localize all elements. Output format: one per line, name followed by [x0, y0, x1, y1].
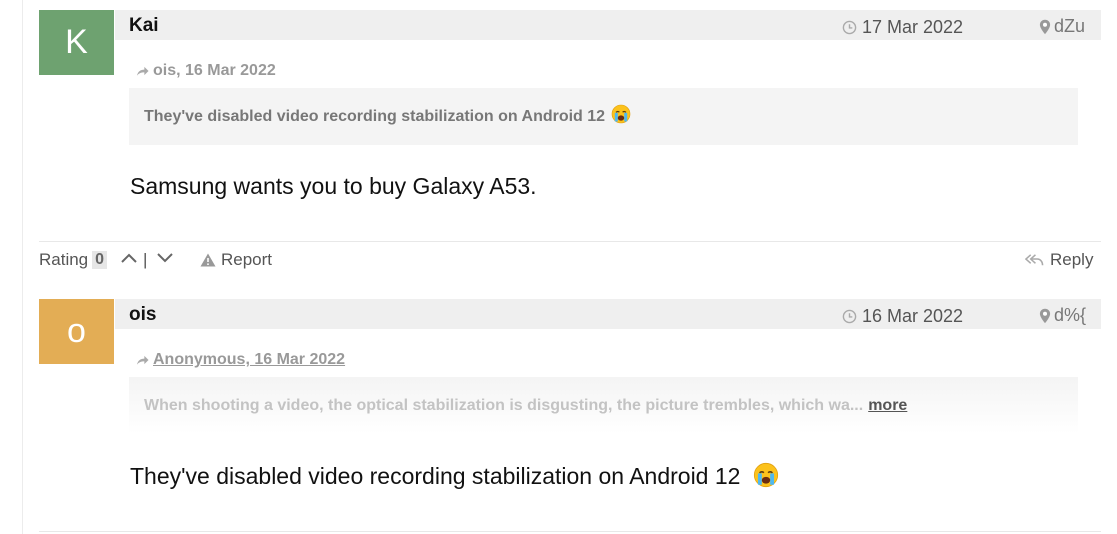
quoted-comment: They've disabled video recording stabili…	[129, 88, 1078, 145]
reply-button[interactable]: Reply	[1025, 250, 1093, 270]
vote-separator: |	[143, 250, 148, 269]
quote-text: They've disabled video recording stabili…	[144, 107, 606, 125]
map-pin-icon	[1039, 19, 1051, 35]
comment-date: 17 Mar 2022	[842, 17, 963, 38]
left-rule	[22, 0, 23, 534]
map-pin-icon	[1039, 308, 1051, 324]
location-text: d%{	[1054, 305, 1087, 325]
reply-to-link[interactable]: Anonymous, 16 Mar 2022	[153, 351, 345, 369]
chevron-up-icon	[120, 252, 138, 264]
reply-to-reference[interactable]: ois, 16 Mar 2022	[136, 62, 276, 80]
rating-label: Rating	[39, 250, 89, 269]
date-text: 17 Mar 2022	[862, 17, 964, 37]
upvote-button[interactable]	[120, 252, 138, 264]
quote-text: When shooting a video, the optical stabi…	[144, 396, 864, 414]
divider	[39, 531, 1101, 532]
comment-location: dZu	[1039, 16, 1085, 37]
comment-body: Samsung wants you to buy Galaxy A53.	[130, 173, 537, 199]
author-name[interactable]: Kai	[129, 15, 159, 37]
crying-face-icon	[611, 104, 631, 129]
reply-all-icon	[1025, 253, 1044, 267]
comment-location: d%{	[1039, 305, 1086, 326]
reply-to-reference[interactable]: Anonymous, 16 Mar 2022	[136, 351, 345, 369]
reply-label: Reply	[1050, 250, 1094, 269]
quote-more-link[interactable]: more	[868, 397, 907, 415]
comment-actions: Rating 0 | Report Reply	[39, 248, 1102, 274]
rating: Rating 0	[39, 250, 108, 270]
clock-icon	[842, 309, 857, 324]
comment-header: Kai 17 Mar 2022 dZu	[115, 10, 1101, 40]
forward-arrow-icon	[136, 354, 149, 366]
comment-body-text: They've disabled video recording stabili…	[130, 463, 741, 490]
downvote-button[interactable]	[156, 252, 174, 264]
author-name[interactable]: ois	[129, 304, 156, 326]
reply-to-text: ois, 16 Mar 2022	[153, 62, 276, 79]
comment-date: 16 Mar 2022	[842, 306, 963, 327]
rating-count: 0	[92, 251, 108, 269]
avatar[interactable]: o	[39, 299, 114, 364]
report-label: Report	[221, 250, 273, 269]
avatar-letter: K	[65, 23, 88, 61]
divider	[39, 241, 1101, 242]
comment-header: ois 16 Mar 2022 d%{	[115, 299, 1101, 329]
avatar[interactable]: K	[39, 10, 114, 75]
quoted-comment: When shooting a video, the optical stabi…	[129, 377, 1078, 434]
clock-icon	[842, 20, 857, 35]
forward-arrow-icon	[136, 65, 149, 77]
comment-body: They've disabled video recording stabili…	[130, 462, 779, 494]
report-button[interactable]: Report	[200, 250, 272, 270]
date-text: 16 Mar 2022	[862, 306, 964, 326]
chevron-down-icon	[156, 252, 174, 264]
location-text: dZu	[1054, 16, 1086, 36]
crying-face-icon	[753, 462, 779, 494]
avatar-letter: o	[67, 312, 86, 350]
warning-icon	[200, 253, 216, 267]
